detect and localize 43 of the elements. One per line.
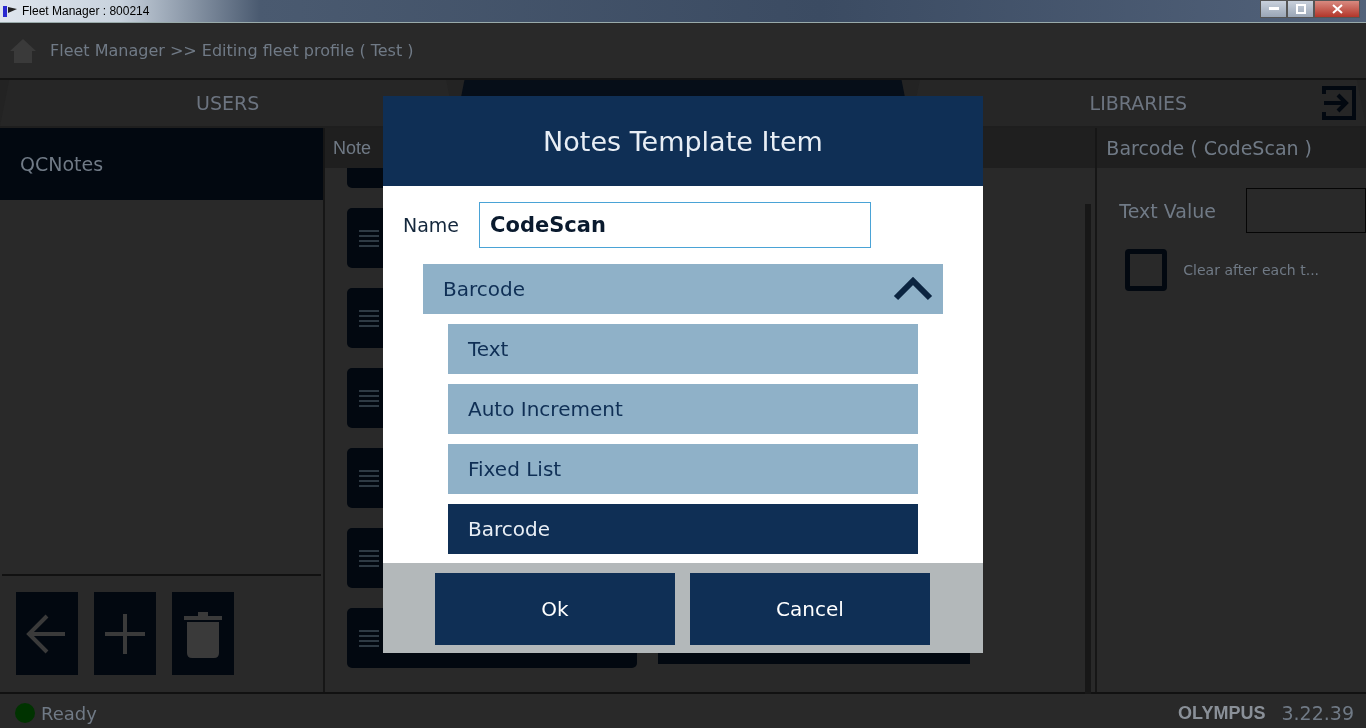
lines-icon bbox=[359, 628, 380, 648]
maximize-button[interactable] bbox=[1287, 0, 1314, 18]
close-icon bbox=[1331, 4, 1343, 14]
dropdown-option[interactable]: Text bbox=[448, 324, 918, 374]
close-button[interactable] bbox=[1314, 0, 1360, 18]
dropdown-option[interactable]: Fixed List bbox=[448, 444, 918, 494]
version-text: 3.22.39 bbox=[1281, 702, 1354, 724]
panel-header: Barcode ( CodeScan ) bbox=[1097, 128, 1366, 168]
minimize-button[interactable] bbox=[1260, 0, 1287, 18]
lines-icon bbox=[359, 228, 380, 248]
back-button[interactable] bbox=[16, 592, 78, 675]
cancel-button[interactable]: Cancel bbox=[690, 573, 930, 645]
lines-icon bbox=[359, 308, 380, 328]
plus-icon bbox=[105, 613, 145, 654]
field-label: Name bbox=[403, 214, 460, 236]
dropdown-option[interactable]: Auto Increment bbox=[448, 384, 918, 434]
lines-icon bbox=[359, 468, 380, 488]
status-dot bbox=[15, 703, 35, 723]
delete-button[interactable] bbox=[172, 592, 234, 675]
status-text: Ready bbox=[41, 702, 97, 724]
lines-icon bbox=[359, 548, 380, 568]
maximize-icon bbox=[1295, 4, 1306, 14]
field-label: Text Value bbox=[1119, 199, 1216, 222]
minimize-icon bbox=[1268, 7, 1279, 11]
dialog-title: Notes Template Item bbox=[383, 96, 983, 186]
trash-icon bbox=[184, 609, 222, 658]
app-icon bbox=[2, 4, 18, 18]
checkbox-label: Clear after each t... bbox=[1183, 262, 1320, 278]
ok-button[interactable]: Ok bbox=[435, 573, 675, 645]
lines-icon bbox=[359, 388, 380, 408]
brand-logo: OLYMPUS bbox=[1178, 702, 1266, 724]
profile-item[interactable]: QCNotes bbox=[0, 128, 324, 200]
dropdown-option[interactable]: Barcode bbox=[448, 504, 918, 554]
name-field[interactable]: CodeScan bbox=[479, 202, 872, 248]
exit-icon[interactable] bbox=[1320, 84, 1358, 122]
checkbox[interactable] bbox=[1125, 249, 1168, 291]
add-button[interactable] bbox=[94, 592, 156, 675]
scrollbar[interactable] bbox=[1085, 204, 1092, 694]
chevron-up-icon bbox=[893, 277, 933, 301]
breadcrumb: Fleet Manager >> Editing fleet profile ( Test ) bbox=[50, 41, 414, 60]
window-title: Fleet Manager : 800214 bbox=[22, 4, 150, 18]
input-field[interactable] bbox=[1246, 188, 1366, 233]
type-dropdown[interactable]: Barcode bbox=[423, 264, 943, 314]
